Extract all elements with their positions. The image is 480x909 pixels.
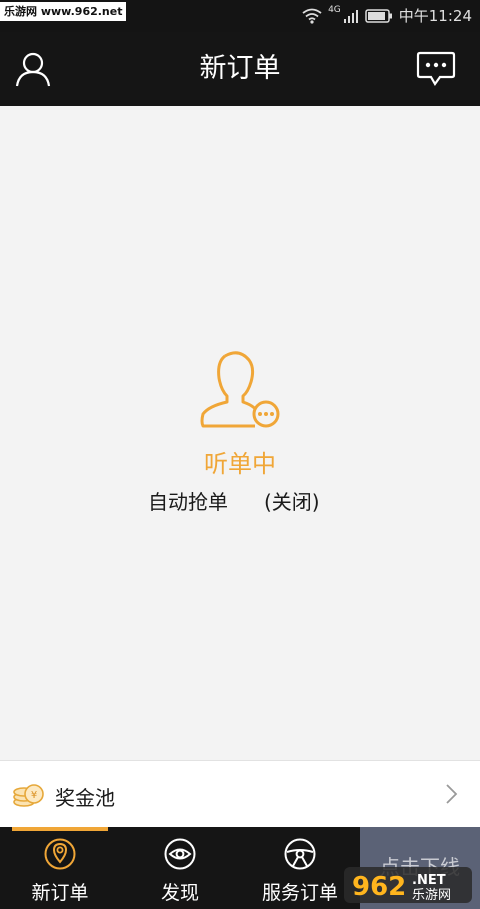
- chevron-right-icon: [446, 784, 458, 804]
- watermark-badge: 乐游网 www.962.net: [0, 2, 127, 21]
- app-header: 新订单: [0, 32, 480, 106]
- wifi-icon: [302, 8, 322, 24]
- tab-new-orders[interactable]: 新订单: [12, 827, 108, 909]
- auto-grab-state: (关闭): [264, 490, 320, 514]
- bottom-tab-bar: 新订单 发现 服务订单 点击下线 962 .NET 乐游网: [0, 827, 480, 909]
- jackpot-row[interactable]: ¥ 奖金池: [0, 760, 480, 827]
- auto-grab-toggle[interactable]: 自动抢单 (关闭): [148, 486, 320, 515]
- signal-icon: [343, 9, 358, 23]
- auto-grab-label: 自动抢单: [148, 490, 228, 514]
- coins-icon: ¥: [13, 784, 44, 807]
- tab-service-orders[interactable]: 服务订单: [250, 827, 350, 909]
- tab-label: 服务订单: [261, 882, 338, 904]
- user-listening-icon[interactable]: [195, 350, 283, 436]
- page-title: 新订单: [199, 53, 281, 84]
- jackpot-label: 奖金池: [55, 786, 115, 810]
- svg-text:.NET: .NET: [412, 873, 446, 888]
- steering-wheel-icon: [284, 838, 316, 870]
- svg-text:¥: ¥: [31, 790, 37, 801]
- tab-discover[interactable]: 发现: [132, 827, 228, 909]
- active-tab-indicator: [12, 827, 108, 831]
- watermark-logo: 962 .NET 乐游网: [344, 867, 472, 903]
- clock: 中午11:24: [398, 7, 472, 25]
- svg-text:962: 962: [352, 872, 406, 902]
- status-bar: 中国联通 乐游网 www.962.net 4G 中午11:24: [0, 0, 480, 32]
- main-content: 听单中 自动抢单 (关闭): [0, 106, 480, 760]
- eye-icon: [164, 838, 196, 870]
- location-pin-icon: [44, 838, 76, 870]
- message-icon[interactable]: [416, 50, 456, 88]
- network-type: 4G: [328, 4, 341, 15]
- listening-status: 听单中: [204, 450, 276, 478]
- battery-icon: [365, 8, 392, 23]
- tab-label: 新订单: [31, 882, 89, 904]
- tab-label: 发现: [160, 882, 199, 904]
- svg-text:乐游网: 乐游网: [412, 888, 451, 903]
